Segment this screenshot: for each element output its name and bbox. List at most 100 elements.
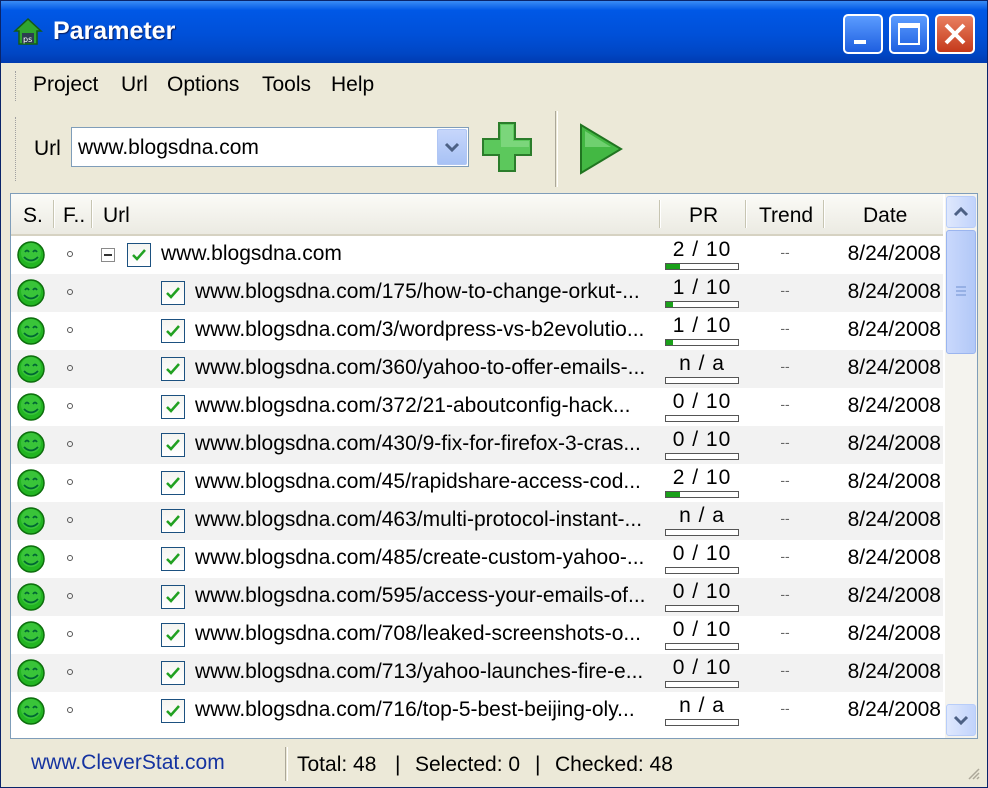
date-value: 8/24/2008 [847,318,941,341]
svg-text:ps: ps [23,35,32,44]
column-header-trend[interactable]: Trend [759,194,813,234]
table-row[interactable]: www.blogsdna.com/708/leaked-screenshots-… [11,616,943,654]
toolbar-grip[interactable] [15,117,19,181]
pagerank-bar [665,719,739,726]
menu-project[interactable]: Project [33,73,98,97]
maximize-button[interactable] [889,14,929,54]
trend-value: -- [780,244,790,260]
row-checkbox[interactable] [161,471,185,495]
status-total: Total: 48 [297,753,377,776]
scroll-thumb[interactable] [946,230,976,354]
table-row[interactable]: www.blogsdna.com/463/multi-protocol-inst… [11,502,943,540]
table-row[interactable]: www.blogsdna.com 2 / 10 -- 8/24/2008 [11,236,943,274]
column-header-pr[interactable]: PR [689,194,718,234]
table-row[interactable]: www.blogsdna.com/485/create-custom-yahoo… [11,540,943,578]
trend-value: -- [780,586,790,602]
pagerank-bar [665,681,739,688]
row-checkbox[interactable] [161,623,185,647]
table-row[interactable]: www.blogsdna.com/713/yahoo-launches-fire… [11,654,943,692]
minimize-button[interactable] [843,14,883,54]
header-divider[interactable] [745,200,747,228]
table-row[interactable]: www.blogsdna.com/372/21-aboutconfig-hack… [11,388,943,426]
trend-value: -- [780,320,790,336]
checkmark-icon [166,401,180,413]
row-checkbox[interactable] [161,281,185,305]
header-divider[interactable] [53,200,55,228]
scroll-up-button[interactable] [946,196,976,228]
start-button[interactable] [571,121,627,177]
row-url: www.blogsdna.com/45/rapidshare-access-co… [195,470,641,493]
url-list-view[interactable]: S. F.. Url PR Trend Date www.blogsdna.co… [10,193,978,739]
column-header-status[interactable]: S. [23,194,43,234]
smiley-icon [17,431,45,459]
header-divider[interactable] [91,200,93,228]
column-header-url[interactable]: Url [103,194,130,234]
row-checkbox[interactable] [161,699,185,723]
pagerank-cell: 0 / 10 [663,654,741,692]
pagerank-cell: 1 / 10 [663,274,741,312]
trend-value: -- [780,358,790,374]
add-url-button[interactable] [479,119,535,175]
row-checkbox[interactable] [161,433,185,457]
trend-value: -- [780,624,790,640]
header-divider[interactable] [823,200,825,228]
pagerank-value: n / a [679,504,725,527]
row-checkbox[interactable] [127,243,151,267]
status-checked: Checked: 48 [555,753,673,776]
date-value: 8/24/2008 [847,622,941,645]
pagerank-value: 2 / 10 [672,466,732,489]
menu-grip[interactable] [15,71,19,101]
url-input-value[interactable]: www.blogsdna.com [78,136,259,160]
trend-value: -- [780,700,790,716]
collapse-toggle[interactable] [101,248,115,262]
url-dropdown-button[interactable] [437,129,467,165]
row-checkbox[interactable] [161,547,185,571]
url-label: Url [34,137,61,160]
vertical-scrollbar[interactable] [945,194,977,738]
row-checkbox[interactable] [161,395,185,419]
date-value: 8/24/2008 [847,698,941,721]
trend-value: -- [780,434,790,450]
status-divider [285,747,288,781]
row-checkbox[interactable] [161,357,185,381]
pagerank-bar [665,567,739,574]
url-combobox[interactable]: www.blogsdna.com [71,127,469,167]
table-row[interactable]: www.blogsdna.com/3/wordpress-vs-b2evolut… [11,312,943,350]
flag-dot [67,365,73,371]
pagerank-cell: 0 / 10 [663,388,741,426]
row-checkbox[interactable] [161,585,185,609]
table-row[interactable]: www.blogsdna.com/430/9-fix-for-firefox-3… [11,426,943,464]
column-header-flag[interactable]: F.. [63,194,85,234]
column-header-date[interactable]: Date [863,194,907,234]
menu-help[interactable]: Help [331,73,374,97]
smiley-icon [17,469,45,497]
resize-grip-icon[interactable] [965,765,981,781]
menu-tools[interactable]: Tools [262,73,311,97]
close-button[interactable] [935,14,975,54]
cleverstat-link[interactable]: www.CleverStat.com [31,751,225,775]
row-checkbox[interactable] [161,509,185,533]
date-value: 8/24/2008 [847,356,941,379]
pagerank-cell: 0 / 10 [663,426,741,464]
row-checkbox[interactable] [161,661,185,685]
menu-url[interactable]: Url [121,73,148,97]
table-row[interactable]: www.blogsdna.com/595/access-your-emails-… [11,578,943,616]
table-row[interactable]: www.blogsdna.com/360/yahoo-to-offer-emai… [11,350,943,388]
scroll-down-button[interactable] [946,704,976,736]
row-url: www.blogsdna.com/175/how-to-change-orkut… [195,280,640,303]
pagerank-bar [665,263,739,270]
row-checkbox[interactable] [161,319,185,343]
title-bar[interactable]: ps Parameter [1,1,987,63]
menu-options[interactable]: Options [167,73,239,97]
table-row[interactable]: www.blogsdna.com/45/rapidshare-access-co… [11,464,943,502]
checkmark-icon [166,325,180,337]
table-row[interactable]: www.blogsdna.com/175/how-to-change-orkut… [11,274,943,312]
row-url: www.blogsdna.com/3/wordpress-vs-b2evolut… [195,318,645,341]
status-selected: Selected: 0 [415,753,521,776]
pagerank-value: 0 / 10 [672,390,732,413]
pagerank-value: 0 / 10 [672,656,732,679]
smiley-icon [17,697,45,725]
header-divider[interactable] [659,200,661,228]
table-row[interactable]: www.blogsdna.com/716/top-5-best-beijing-… [11,692,943,730]
row-url: www.blogsdna.com/430/9-fix-for-firefox-3… [195,432,641,455]
